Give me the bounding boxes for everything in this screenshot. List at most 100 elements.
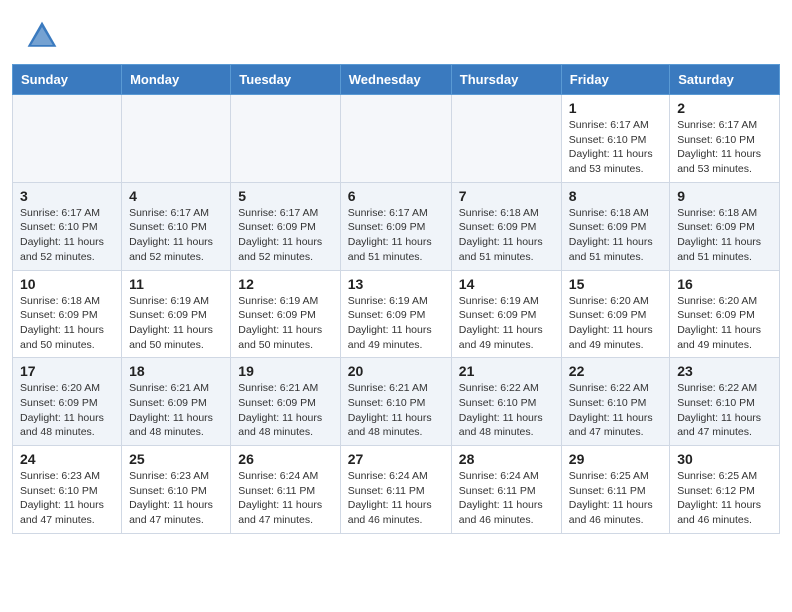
calendar-cell: 10 Sunrise: 6:18 AMSunset: 6:09 PMDaylig… [13, 270, 122, 358]
day-number: 28 [459, 451, 554, 467]
day-number: 15 [569, 276, 662, 292]
logo-icon [24, 18, 60, 54]
day-info: Sunrise: 6:22 AMSunset: 6:10 PMDaylight:… [569, 382, 653, 438]
day-number: 21 [459, 363, 554, 379]
column-header-wednesday: Wednesday [340, 65, 451, 95]
calendar-cell: 25 Sunrise: 6:23 AMSunset: 6:10 PMDaylig… [122, 446, 231, 534]
calendar-cell: 2 Sunrise: 6:17 AMSunset: 6:10 PMDayligh… [670, 95, 780, 183]
column-header-thursday: Thursday [451, 65, 561, 95]
day-info: Sunrise: 6:17 AMSunset: 6:09 PMDaylight:… [348, 207, 432, 263]
day-number: 20 [348, 363, 444, 379]
day-number: 16 [677, 276, 772, 292]
calendar-cell: 15 Sunrise: 6:20 AMSunset: 6:09 PMDaylig… [561, 270, 669, 358]
calendar-cell: 26 Sunrise: 6:24 AMSunset: 6:11 PMDaylig… [231, 446, 340, 534]
day-info: Sunrise: 6:17 AMSunset: 6:10 PMDaylight:… [129, 207, 213, 263]
day-number: 18 [129, 363, 223, 379]
column-header-friday: Friday [561, 65, 669, 95]
day-info: Sunrise: 6:23 AMSunset: 6:10 PMDaylight:… [129, 470, 213, 526]
day-number: 19 [238, 363, 332, 379]
day-number: 29 [569, 451, 662, 467]
day-info: Sunrise: 6:19 AMSunset: 6:09 PMDaylight:… [348, 295, 432, 351]
day-info: Sunrise: 6:18 AMSunset: 6:09 PMDaylight:… [677, 207, 761, 263]
day-info: Sunrise: 6:17 AMSunset: 6:10 PMDaylight:… [677, 119, 761, 175]
calendar-cell: 3 Sunrise: 6:17 AMSunset: 6:10 PMDayligh… [13, 182, 122, 270]
calendar-cell: 24 Sunrise: 6:23 AMSunset: 6:10 PMDaylig… [13, 446, 122, 534]
calendar-header: SundayMondayTuesdayWednesdayThursdayFrid… [13, 65, 780, 95]
day-info: Sunrise: 6:24 AMSunset: 6:11 PMDaylight:… [348, 470, 432, 526]
day-info: Sunrise: 6:20 AMSunset: 6:09 PMDaylight:… [677, 295, 761, 351]
day-info: Sunrise: 6:22 AMSunset: 6:10 PMDaylight:… [677, 382, 761, 438]
calendar-cell: 30 Sunrise: 6:25 AMSunset: 6:12 PMDaylig… [670, 446, 780, 534]
day-number: 13 [348, 276, 444, 292]
calendar-cell: 22 Sunrise: 6:22 AMSunset: 6:10 PMDaylig… [561, 358, 669, 446]
day-number: 17 [20, 363, 114, 379]
day-number: 24 [20, 451, 114, 467]
calendar-row: 3 Sunrise: 6:17 AMSunset: 6:10 PMDayligh… [13, 182, 780, 270]
day-number: 14 [459, 276, 554, 292]
calendar-cell: 8 Sunrise: 6:18 AMSunset: 6:09 PMDayligh… [561, 182, 669, 270]
day-number: 5 [238, 188, 332, 204]
calendar-cell [340, 95, 451, 183]
day-info: Sunrise: 6:21 AMSunset: 6:09 PMDaylight:… [129, 382, 213, 438]
calendar-row: 1 Sunrise: 6:17 AMSunset: 6:10 PMDayligh… [13, 95, 780, 183]
calendar-table: SundayMondayTuesdayWednesdayThursdayFrid… [12, 64, 780, 534]
day-info: Sunrise: 6:19 AMSunset: 6:09 PMDaylight:… [459, 295, 543, 351]
day-number: 23 [677, 363, 772, 379]
day-info: Sunrise: 6:20 AMSunset: 6:09 PMDaylight:… [569, 295, 653, 351]
day-number: 26 [238, 451, 332, 467]
calendar-cell: 20 Sunrise: 6:21 AMSunset: 6:10 PMDaylig… [340, 358, 451, 446]
day-info: Sunrise: 6:20 AMSunset: 6:09 PMDaylight:… [20, 382, 104, 438]
day-number: 9 [677, 188, 772, 204]
calendar-cell: 9 Sunrise: 6:18 AMSunset: 6:09 PMDayligh… [670, 182, 780, 270]
calendar-cell: 17 Sunrise: 6:20 AMSunset: 6:09 PMDaylig… [13, 358, 122, 446]
calendar-cell: 14 Sunrise: 6:19 AMSunset: 6:09 PMDaylig… [451, 270, 561, 358]
column-header-saturday: Saturday [670, 65, 780, 95]
day-info: Sunrise: 6:24 AMSunset: 6:11 PMDaylight:… [459, 470, 543, 526]
calendar-cell: 27 Sunrise: 6:24 AMSunset: 6:11 PMDaylig… [340, 446, 451, 534]
day-info: Sunrise: 6:17 AMSunset: 6:10 PMDaylight:… [569, 119, 653, 175]
day-number: 4 [129, 188, 223, 204]
day-number: 10 [20, 276, 114, 292]
calendar-cell: 16 Sunrise: 6:20 AMSunset: 6:09 PMDaylig… [670, 270, 780, 358]
header-row: SundayMondayTuesdayWednesdayThursdayFrid… [13, 65, 780, 95]
day-number: 11 [129, 276, 223, 292]
day-info: Sunrise: 6:23 AMSunset: 6:10 PMDaylight:… [20, 470, 104, 526]
day-info: Sunrise: 6:19 AMSunset: 6:09 PMDaylight:… [238, 295, 322, 351]
calendar-cell: 19 Sunrise: 6:21 AMSunset: 6:09 PMDaylig… [231, 358, 340, 446]
page-header [0, 0, 792, 64]
calendar-cell [122, 95, 231, 183]
day-number: 8 [569, 188, 662, 204]
day-number: 12 [238, 276, 332, 292]
calendar-cell [451, 95, 561, 183]
day-info: Sunrise: 6:25 AMSunset: 6:11 PMDaylight:… [569, 470, 653, 526]
day-info: Sunrise: 6:19 AMSunset: 6:09 PMDaylight:… [129, 295, 213, 351]
calendar-cell: 29 Sunrise: 6:25 AMSunset: 6:11 PMDaylig… [561, 446, 669, 534]
calendar-cell: 11 Sunrise: 6:19 AMSunset: 6:09 PMDaylig… [122, 270, 231, 358]
day-info: Sunrise: 6:18 AMSunset: 6:09 PMDaylight:… [459, 207, 543, 263]
day-number: 3 [20, 188, 114, 204]
calendar-wrapper: SundayMondayTuesdayWednesdayThursdayFrid… [0, 64, 792, 546]
day-info: Sunrise: 6:22 AMSunset: 6:10 PMDaylight:… [459, 382, 543, 438]
calendar-cell: 7 Sunrise: 6:18 AMSunset: 6:09 PMDayligh… [451, 182, 561, 270]
column-header-tuesday: Tuesday [231, 65, 340, 95]
calendar-cell: 23 Sunrise: 6:22 AMSunset: 6:10 PMDaylig… [670, 358, 780, 446]
calendar-cell: 21 Sunrise: 6:22 AMSunset: 6:10 PMDaylig… [451, 358, 561, 446]
day-info: Sunrise: 6:21 AMSunset: 6:10 PMDaylight:… [348, 382, 432, 438]
calendar-row: 24 Sunrise: 6:23 AMSunset: 6:10 PMDaylig… [13, 446, 780, 534]
calendar-row: 10 Sunrise: 6:18 AMSunset: 6:09 PMDaylig… [13, 270, 780, 358]
calendar-cell: 28 Sunrise: 6:24 AMSunset: 6:11 PMDaylig… [451, 446, 561, 534]
day-number: 2 [677, 100, 772, 116]
day-number: 6 [348, 188, 444, 204]
day-number: 1 [569, 100, 662, 116]
day-info: Sunrise: 6:24 AMSunset: 6:11 PMDaylight:… [238, 470, 322, 526]
calendar-body: 1 Sunrise: 6:17 AMSunset: 6:10 PMDayligh… [13, 95, 780, 534]
calendar-cell [13, 95, 122, 183]
logo [24, 18, 66, 54]
calendar-row: 17 Sunrise: 6:20 AMSunset: 6:09 PMDaylig… [13, 358, 780, 446]
day-info: Sunrise: 6:17 AMSunset: 6:09 PMDaylight:… [238, 207, 322, 263]
calendar-cell [231, 95, 340, 183]
calendar-cell: 18 Sunrise: 6:21 AMSunset: 6:09 PMDaylig… [122, 358, 231, 446]
calendar-cell: 5 Sunrise: 6:17 AMSunset: 6:09 PMDayligh… [231, 182, 340, 270]
day-info: Sunrise: 6:17 AMSunset: 6:10 PMDaylight:… [20, 207, 104, 263]
day-info: Sunrise: 6:18 AMSunset: 6:09 PMDaylight:… [569, 207, 653, 263]
